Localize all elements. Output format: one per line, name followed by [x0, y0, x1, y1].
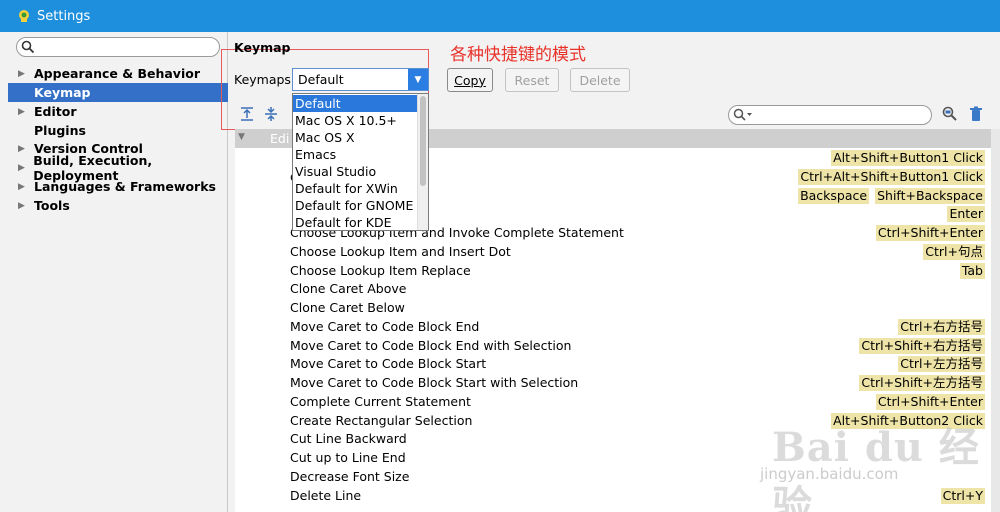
action-shortcuts: Ctrl+右方括号: [898, 318, 985, 335]
action-name: Move Caret to Code Block End with Select…: [290, 337, 572, 353]
watermark: Bai du 经验 jingyan.baidu.com: [740, 405, 1000, 512]
expand-arrow-icon[interactable]: ▶: [18, 144, 30, 154]
shortcut-badge: Backspace: [798, 187, 870, 204]
dropdown-scroll-thumb[interactable]: [420, 96, 426, 186]
action-row[interactable]: Choose Lookup Item and Insert Dot Ctrl+句点: [235, 243, 1000, 262]
action-row[interactable]: Move Caret to Code Block End with Select…: [235, 337, 1000, 356]
dropdown-option[interactable]: Emacs: [293, 146, 417, 163]
shortcut-badge: Ctrl+左方括号: [898, 356, 985, 373]
action-name: Complete Current Statement: [290, 393, 471, 409]
action-row[interactable]: Clone Caret Above: [235, 280, 1000, 299]
sidebar-item-appearance[interactable]: ▶ Appearance & Behavior: [8, 64, 228, 83]
keymaps-select[interactable]: Default ▼: [292, 68, 429, 91]
action-shortcuts: Backspace Shift+Backspace: [798, 187, 985, 204]
sidebar-item-editor[interactable]: ▶ Editor: [8, 102, 228, 121]
action-shortcuts: Tab: [959, 262, 985, 279]
dropdown-option[interactable]: Default: [293, 95, 417, 112]
action-name: Move Caret to Code Block Start with Sele…: [290, 375, 579, 390]
action-shortcuts: Enter: [947, 206, 985, 223]
shortcut-badge: Enter: [947, 206, 985, 223]
action-row[interactable]: Choose Lookup Item Replace Tab: [235, 262, 1000, 281]
action-name: Cut up to Line End: [290, 450, 406, 465]
sidebar-item-plugins[interactable]: Plugins: [8, 121, 228, 140]
dropdown-option[interactable]: Default for KDE: [293, 214, 417, 231]
watermark-url: jingyan.baidu.com: [760, 465, 899, 483]
dropdown-option[interactable]: Visual Studio: [293, 163, 417, 180]
action-name: Cut Line Backward: [290, 431, 407, 447]
app-icon: [19, 10, 29, 22]
action-shortcuts: Ctrl+Shift+Enter: [875, 225, 985, 241]
trash-icon[interactable]: [968, 106, 984, 122]
shortcut-badge: Alt+Shift+Button1 Click: [831, 150, 985, 166]
search-icon: [733, 108, 752, 121]
keymaps-label: Keymaps:: [234, 72, 296, 87]
action-shortcuts: Ctrl+Shift+左方括号: [859, 375, 985, 391]
action-row[interactable]: Move Caret to Code Block Start Ctrl+左方括号: [235, 355, 1000, 374]
chevron-down-icon[interactable]: ▼: [408, 69, 428, 90]
window-title: Settings: [37, 8, 91, 24]
dropdown-option[interactable]: Default for GNOME: [293, 197, 417, 214]
search-icon: [21, 40, 35, 54]
find-by-shortcut-icon[interactable]: [942, 106, 958, 122]
sidebar-item-keymap[interactable]: Keymap: [8, 83, 228, 102]
shortcut-badge: Tab: [959, 262, 985, 279]
action-row[interactable]: Move Caret to Code Block End Ctrl+右方括号: [235, 318, 1000, 337]
action-name: Clone Caret Below: [290, 300, 405, 315]
title-bar: Settings: [0, 0, 1000, 32]
annotation-text: 各种快捷键的模式: [450, 45, 586, 65]
action-row[interactable]: Move Caret to Code Block Start with Sele…: [235, 374, 1000, 393]
action-name: Delete Line: [290, 487, 362, 503]
action-name: Move Caret to Code Block End: [290, 318, 480, 334]
action-name: Decrease Font Size: [290, 468, 410, 484]
action-shortcuts: Ctrl+Shift+右方括号: [859, 337, 985, 354]
delete-button[interactable]: Delete: [570, 68, 630, 92]
shortcut-badge: Ctrl+Shift+右方括号: [859, 337, 985, 354]
settings-sidebar: ▶ Appearance & Behavior Keymap ▶ Editor …: [8, 32, 228, 512]
keymaps-dropdown-list[interactable]: Default Mac OS X 10.5+ Mac OS X Emacs Visual…: [292, 93, 429, 231]
settings-search-input[interactable]: [16, 37, 220, 57]
dropdown-scrollbar[interactable]: [417, 94, 428, 230]
reset-button[interactable]: Reset: [505, 68, 559, 92]
copy-button[interactable]: Copy: [447, 68, 493, 92]
action-shortcuts: Ctrl+句点: [923, 243, 985, 260]
action-name: Choose Lookup Item and Insert Dot: [290, 243, 511, 259]
action-filter-input[interactable]: [728, 105, 932, 125]
action-row[interactable]: Clone Caret Below: [235, 299, 1000, 318]
shortcut-badge: Ctrl+Alt+Shift+Button1 Click: [798, 168, 985, 185]
section-title: Keymap: [234, 40, 291, 55]
watermark-logo: Bai du 经验: [772, 424, 980, 512]
action-shortcuts: Alt+Shift+Button1 Click: [831, 150, 985, 166]
action-name: Move Caret to Code Block Start: [290, 356, 487, 372]
dropdown-option[interactable]: Default for XWin: [293, 180, 417, 197]
collapse-all-icon[interactable]: [263, 106, 279, 122]
shortcut-badge: Shift+Backspace: [875, 187, 985, 204]
action-name: Clone Caret Above: [290, 281, 407, 297]
action-name: Create Rectangular Selection: [290, 412, 473, 428]
expand-arrow-icon[interactable]: ▶: [18, 69, 30, 79]
expand-arrow-icon[interactable]: ▶: [18, 107, 30, 117]
action-shortcuts: Ctrl+左方括号: [898, 356, 985, 373]
shortcut-badge: Ctrl+句点: [923, 243, 985, 260]
expand-arrow-icon[interactable]: ▶: [18, 201, 30, 211]
sidebar-item-build[interactable]: ▶ Build, Execution, Deployment: [8, 153, 228, 183]
expand-arrow-icon[interactable]: ▶: [18, 182, 30, 192]
shortcut-badge: Ctrl+Shift+左方括号: [859, 375, 985, 391]
action-shortcuts: Ctrl+Alt+Shift+Button1 Click: [798, 168, 985, 185]
keymaps-selected-value: Default: [298, 72, 344, 87]
collapse-arrow-icon[interactable]: ▼: [238, 132, 245, 142]
dropdown-option[interactable]: Mac OS X 10.5+: [293, 112, 417, 129]
expand-arrow-icon[interactable]: ▶: [18, 163, 29, 173]
action-name: Choose Lookup Item Replace: [290, 262, 471, 278]
group-label: Edi: [270, 131, 290, 146]
dropdown-option[interactable]: Mac OS X: [293, 129, 417, 146]
sidebar-item-languages[interactable]: ▶ Languages & Frameworks: [8, 177, 228, 196]
sidebar-item-tools[interactable]: ▶ Tools: [8, 196, 228, 215]
expand-all-icon[interactable]: [239, 106, 255, 122]
shortcut-badge: Ctrl+Shift+Enter: [875, 225, 985, 241]
shortcut-badge: Ctrl+右方括号: [898, 318, 985, 335]
